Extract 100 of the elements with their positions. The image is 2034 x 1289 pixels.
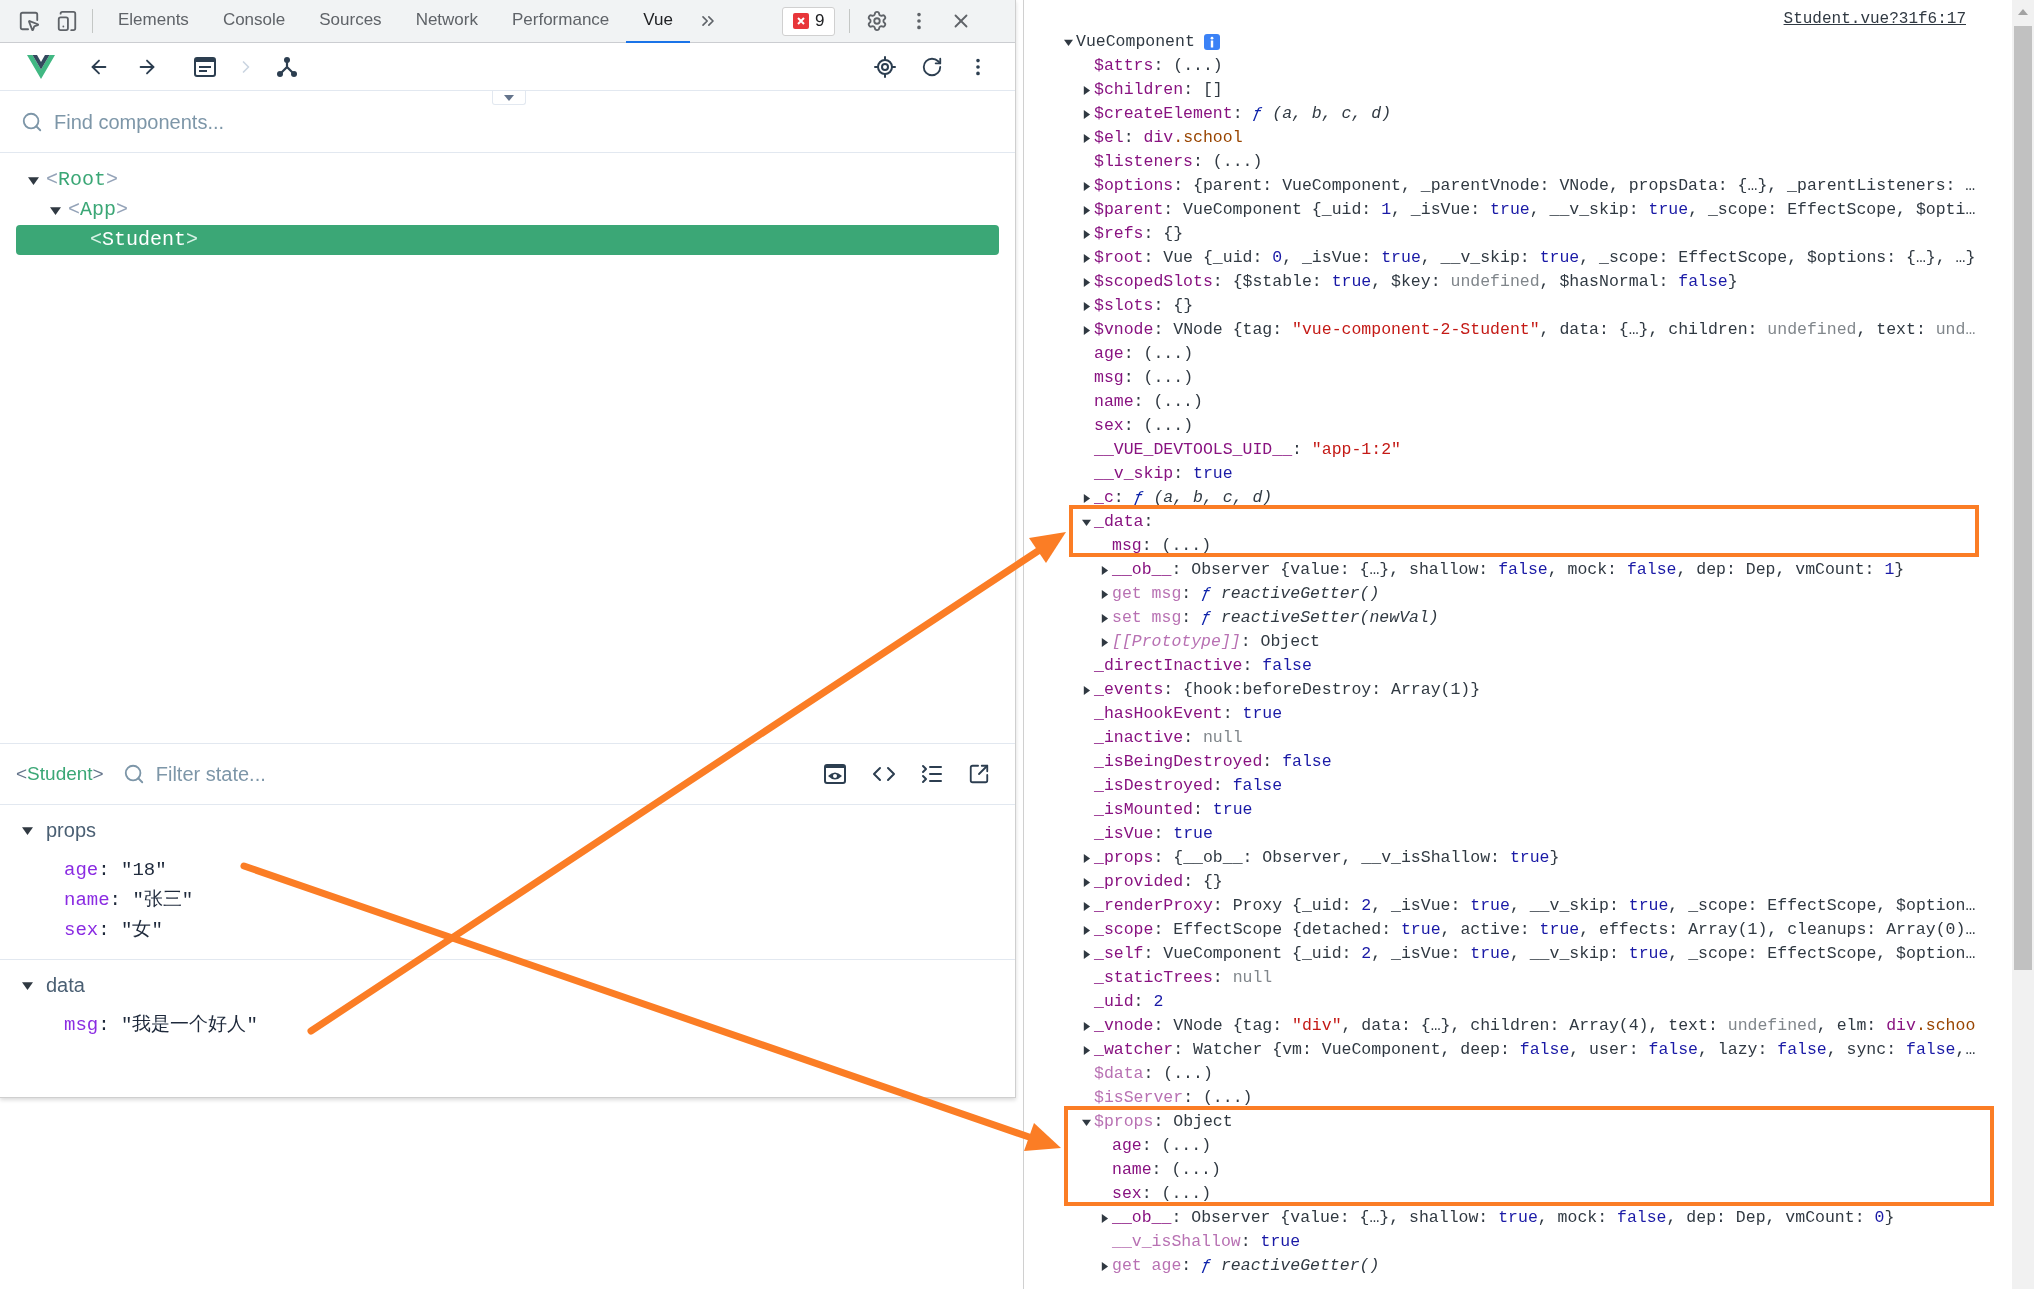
expand-triangle-icon[interactable] [1100, 589, 1109, 599]
devtools-tab[interactable]: Console [205, 0, 303, 43]
property-text: set msg: ƒ reactiveSetter(newVal) [1112, 607, 1439, 629]
property-text: __v_skip: true [1094, 463, 1233, 485]
selected-row-highlight[interactable]: <Student> [16, 225, 999, 255]
property-text: sex: (...) [1112, 1183, 1212, 1205]
error-badge[interactable]: 9 [781, 6, 836, 36]
expand-triangle-icon[interactable] [1082, 277, 1091, 287]
expand-triangle-icon[interactable] [1082, 925, 1091, 935]
expand-triangle-icon[interactable] [1082, 229, 1091, 239]
property-text: $children: [] [1094, 79, 1223, 101]
expand-triangle-icon[interactable] [1100, 613, 1109, 623]
filter-field[interactable]: Filter state... [155, 759, 824, 789]
expand-triangle-icon[interactable] [1100, 1261, 1109, 1271]
property-text: $listeners: (...) [1094, 151, 1263, 173]
expand-triangle-icon[interactable] [1082, 493, 1091, 503]
expand-triangle-icon[interactable] [1082, 877, 1091, 887]
property-text: $attrs: (...) [1094, 55, 1223, 77]
expand-triangle-icon[interactable] [1082, 1045, 1091, 1055]
component-name: <Student> [16, 761, 104, 786]
expand-triangle-icon[interactable] [1082, 685, 1091, 695]
error-count: 9 [814, 10, 825, 33]
property-text: _scope: EffectScope {detached: true, active: true, effects: Array(1), cleanups: Array(0)… [1094, 919, 1976, 941]
source-link[interactable]: Student.vue?31f6:17 [1783, 8, 1966, 30]
expand-triangle-icon[interactable] [1082, 517, 1091, 527]
property-text: msg: (...) [1094, 367, 1194, 389]
property-text: $refs: {} [1094, 223, 1184, 245]
info-icon[interactable] [1203, 34, 1220, 50]
expand-triangle-icon[interactable] [1082, 85, 1091, 95]
caret-icon [504, 94, 514, 101]
property-text: $parent: VueComponent {_uid: 1, _isVue: true, __v_skip: true, _scope: EffectScope, $opti… [1094, 199, 1976, 221]
expand-triangle-icon[interactable] [1082, 253, 1091, 263]
section-title[interactable]: data [46, 970, 85, 1000]
property-text: _isBeingDestroyed: false [1094, 751, 1332, 773]
component-node[interactable]: <Root> [46, 168, 119, 192]
settings-icon[interactable] [866, 10, 889, 32]
property-text: _inactive: null [1094, 727, 1243, 749]
scrollbar-thumb[interactable] [2014, 26, 2032, 970]
component-node[interactable]: <Student> [90, 228, 199, 252]
expand-triangle-icon[interactable] [22, 824, 33, 836]
property-text: _self: VueComponent {_uid: 2, _isVue: true, __v_skip: true, _scope: EffectScope, $option… [1094, 943, 1976, 965]
error-icon [792, 13, 809, 29]
expand-triangle-icon[interactable] [1082, 1117, 1091, 1127]
state-field: name: "张三" [64, 885, 194, 915]
expand-triangle-icon[interactable] [1100, 1213, 1109, 1223]
devtools-tab[interactable]: Sources [302, 0, 399, 43]
expand-triangle-icon[interactable] [1082, 949, 1091, 959]
property-text: __ob__: Observer {value: {…}, shallow: false, mock: false, dep: Dep, vmCount: 1} [1112, 559, 1905, 581]
expand-triangle-icon[interactable] [1100, 637, 1109, 647]
property-text: [[Prototype]]: Object [1112, 631, 1320, 653]
vue-logo-icon[interactable] [27, 54, 55, 79]
property-text: _props: {__ob__: Observer, __v_isShallow: true} [1094, 847, 1560, 869]
property-text: $data: (...) [1094, 1063, 1213, 1085]
component-node[interactable]: <App> [68, 198, 129, 222]
property-text: msg: (...) [1112, 535, 1212, 557]
window-icon[interactable] [194, 56, 216, 77]
property-text: $root: Vue {_uid: 0, _isVue: true, __v_skip: true, _scope: EffectScope, $options: {…}, …} [1094, 247, 1976, 269]
refresh-icon[interactable] [921, 55, 943, 78]
expand-triangle-icon[interactable] [1082, 301, 1091, 311]
target-icon[interactable] [873, 54, 897, 79]
property-text: _watcher: Watcher {vm: VueComponent, deep: false, user: false, lazy: false, sync: false,… [1094, 1039, 1976, 1061]
expand-triangle-icon[interactable] [1082, 325, 1091, 335]
expand-triangle-icon[interactable] [1082, 901, 1091, 911]
property-text: _isMounted: true [1094, 799, 1253, 821]
state-field: msg: "我是一个好人" [64, 1010, 258, 1040]
property-text: _staticTrees: null [1094, 967, 1273, 989]
property-text: _hasHookEvent: true [1094, 703, 1283, 725]
caret-tab[interactable] [492, 91, 526, 105]
devtools-tab[interactable]: Performance [495, 0, 627, 43]
component-tree-icon[interactable] [276, 55, 298, 78]
devtools-tab[interactable]: Vue [626, 0, 690, 43]
expand-triangle-icon[interactable] [22, 979, 33, 991]
expand-triangle-icon[interactable] [1064, 37, 1073, 47]
external-link-icon[interactable] [968, 763, 990, 785]
expand-triangle-icon[interactable] [50, 204, 61, 216]
search-field[interactable]: Find components... [54, 106, 1015, 137]
expand-triangle-icon[interactable] [1100, 565, 1109, 575]
property-text: _directInactive: false [1094, 655, 1312, 677]
property-text: __ob__: Observer {value: {…}, shallow: true, mock: false, dep: Dep, vmCount: 0} [1112, 1207, 1895, 1229]
expand-triangle-icon[interactable] [1082, 109, 1091, 119]
expand-triangle-icon[interactable] [1082, 1021, 1091, 1031]
collapse-list-icon[interactable] [920, 762, 944, 786]
eye-icon[interactable] [824, 764, 846, 784]
expand-triangle-icon[interactable] [1082, 205, 1091, 215]
section-title[interactable]: props [46, 815, 97, 845]
inspect-icon[interactable] [18, 10, 40, 32]
property-text: __v_isShallow: true [1112, 1231, 1301, 1253]
expand-triangle-icon[interactable] [1082, 181, 1091, 191]
expand-triangle-icon[interactable] [28, 174, 39, 186]
expand-triangle-icon[interactable] [1082, 133, 1091, 143]
expand-triangle-icon[interactable] [1082, 853, 1091, 863]
property-text: _vnode: VNode {tag: "div", data: {…}, children: Array(4), text: undefined, elm: div.schoo [1094, 1015, 1976, 1037]
state-field: age: "18" [64, 855, 167, 885]
devtools-tab[interactable]: Elements [101, 0, 206, 43]
device-toolbar-icon[interactable] [56, 10, 78, 32]
property-text: VueComponent [1076, 31, 1195, 53]
state-field: sex: "女" [64, 915, 163, 945]
property-text: _data: [1094, 511, 1154, 533]
devtools-tab[interactable]: Network [398, 0, 495, 43]
property-text: name: (...) [1112, 1159, 1221, 1181]
